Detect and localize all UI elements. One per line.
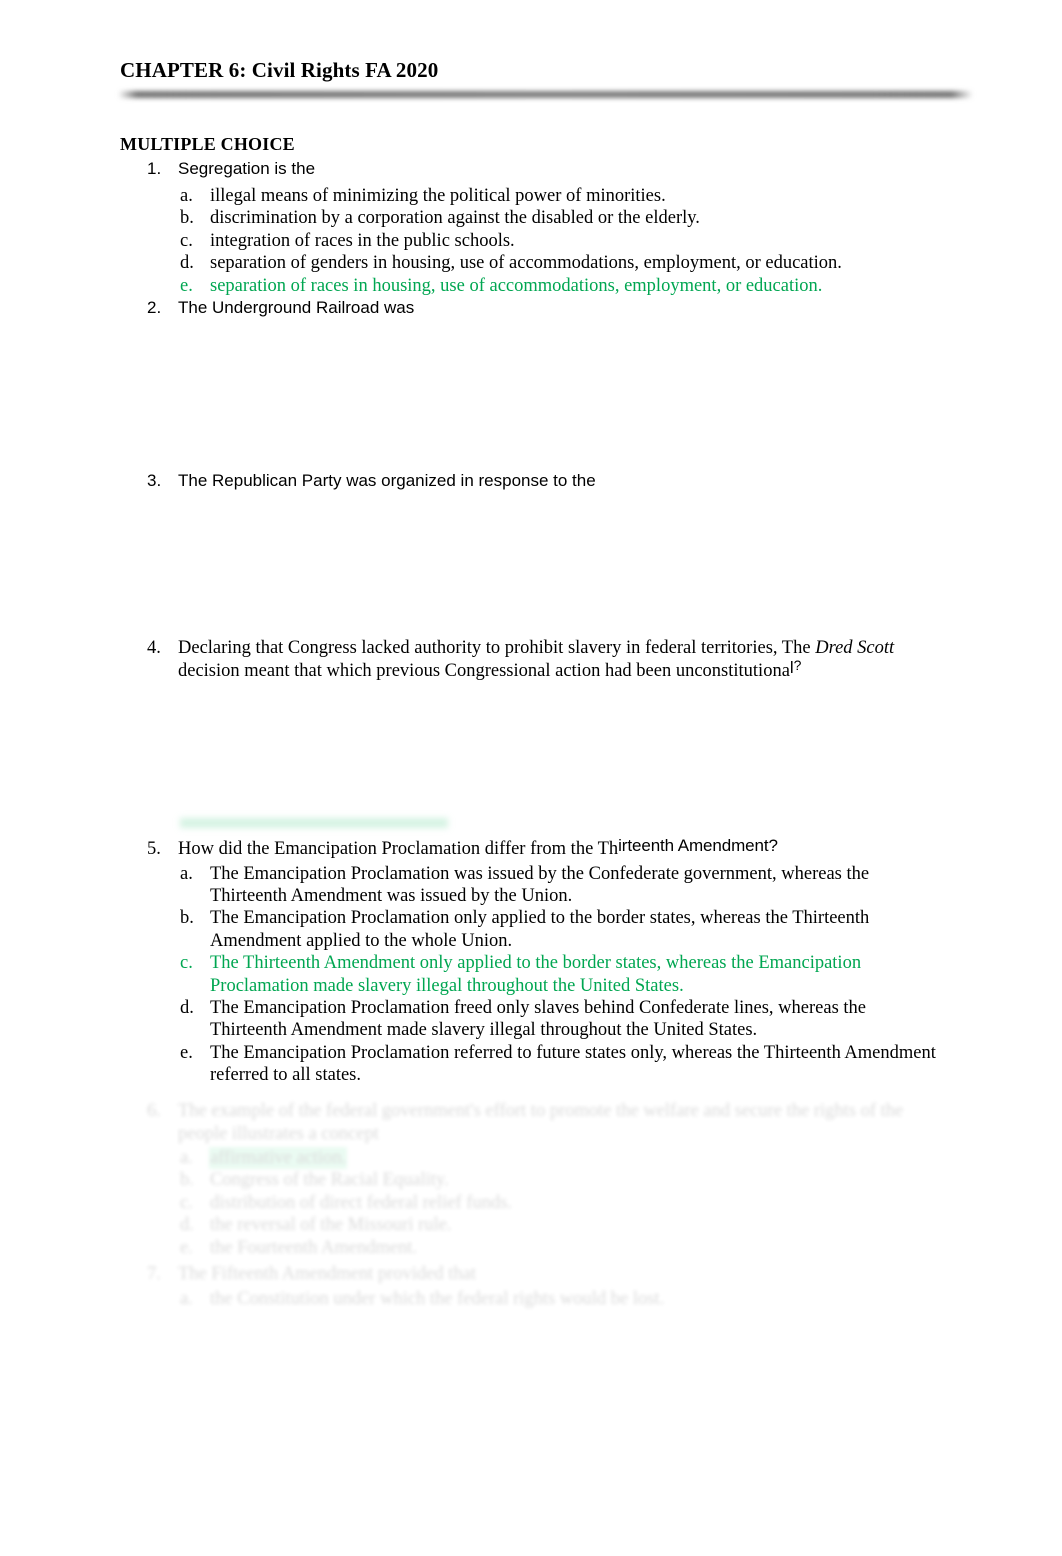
question-4: 4. Declaring that Congress lacked authori… [0,637,1062,822]
question-1: 1. Segregation is the a. illegal means o… [0,158,1062,297]
question-4-stem-part4: ? [793,656,802,673]
option-1d-text: separation of genders in housing, use of… [210,253,842,274]
question-6-options: a. affirmative action. b. Congress of th… [0,1147,1062,1259]
question-4-stem-part1: Declaring that Congress lacked authority… [178,638,816,658]
question-2-stem-text: The Underground Railroad was [178,298,415,317]
option-7a-text: the Constitution under which the federal… [210,1288,665,1309]
option-6c-letter: c. [180,1192,193,1213]
option-1b-text: discrimination by a corporation against … [210,208,700,229]
option-5c[interactable]: c. The Thirteenth Amendment only applied… [0,952,1062,997]
option-5d[interactable]: d. The Emancipation Proclamation freed o… [0,997,1062,1042]
option-5c-letter: c. [180,953,193,974]
option-7a[interactable]: a. the Constitution under which the fede… [0,1288,1062,1310]
option-6b[interactable]: b. Congress of the Racial Equality. [0,1169,1062,1191]
question-2-options-blank [0,319,1062,469]
option-6a-text: affirmative action. [210,1148,347,1168]
option-6e-text: the Fourteenth Amendment. [210,1237,418,1258]
option-7a-letter: a. [180,1288,193,1309]
faded-questions-region: 6. The example of the federal government… [0,1100,1062,1350]
option-1a-text: illegal means of minimizing the politica… [210,186,666,206]
option-1e-letter: e. [180,275,193,296]
question-5-stem-part1: How did the Emancipation Proclamation di… [178,839,619,859]
question-6-stem: 6. The example of the federal government… [0,1100,1062,1145]
option-1e-text: separation of races in housing, use of a… [210,275,823,296]
question-7-number: 7. [147,1264,161,1285]
option-1b-letter: b. [180,208,194,229]
option-6e-letter: e. [180,1237,193,1258]
page-title: CHAPTER 6: Civil Rights FA 2020 [120,58,439,82]
question-4-case-name: Dred Scott [815,638,895,658]
option-5b-letter: b. [180,908,194,929]
option-1a-letter: a. [180,186,193,206]
option-5c-text: The Thirteenth Amendment only applied to… [210,953,862,996]
header-divider-bar [118,91,973,98]
question-1-stem: 1. Segregation is the [0,158,1062,180]
question-4-stem: 4. Declaring that Congress lacked authori… [0,637,1062,682]
option-5b[interactable]: b. The Emancipation Proclamation only ap… [0,907,1062,952]
option-5e-text: The Emancipation Proclamation referred t… [210,1042,936,1086]
question-3-stem-text: The Republican Party was organized in re… [178,471,596,490]
question-4-options-blank [0,682,1062,822]
question-4-stem-part2: decision meant that which previous Congr… [178,660,790,681]
question-1-stem-text: Segregation is the [178,159,316,178]
question-5-stem: 5. How did the Emancipation Proclamation … [0,836,1062,861]
option-5a-text: The Emancipation Proclamation was issued… [210,863,870,906]
option-6e[interactable]: e. the Fourteenth Amendment. [0,1237,1062,1259]
option-1d[interactable]: d. separation of genders in housing, use… [0,252,1062,274]
question-7-stem: 7. The Fifteenth Amendment provided that [0,1263,1062,1286]
question-3-stem: 3. The Republican Party was organized in… [0,470,1062,492]
option-1c-text: integration of races in the public schoo… [210,230,515,251]
option-5a-letter: a. [180,863,193,884]
header-divider [118,88,973,100]
option-6d-letter: d. [180,1215,194,1236]
option-5e[interactable]: e. The Emancipation Proclamation referre… [0,1042,1062,1087]
option-6c[interactable]: c. distribution of direct federal relief… [0,1192,1062,1214]
question-5: 5. How did the Emancipation Proclamation … [0,836,1062,1087]
option-1b[interactable]: b. discrimination by a corporation again… [0,207,1062,229]
question-7-options: a. the Constitution under which the fede… [0,1288,1062,1310]
section-heading: MULTIPLE CHOICE [120,134,295,154]
option-1a[interactable]: a. illegal means of minimizing the polit… [0,185,1062,207]
question-6: 6. The example of the federal government… [0,1100,1062,1259]
question-5-options: a. The Emancipation Proclamation was iss… [0,863,1062,1087]
question-3-number: 3. [147,471,162,490]
option-1c[interactable]: c. integration of races in the public sc… [0,230,1062,252]
option-1c-letter: c. [180,230,193,251]
question-6-stem-text: The example of the federal government's … [178,1101,904,1144]
option-6d[interactable]: d. the reversal of the Missouri rule. [0,1214,1062,1236]
question-5-stem-part2: irteenth Amendment? [618,836,778,855]
question-1-options: a. illegal means of minimizing the polit… [0,185,1062,297]
option-1e[interactable]: e. separation of races in housing, use o… [0,275,1062,297]
option-5e-letter: e. [180,1042,193,1063]
question-6-number: 6. [147,1101,161,1121]
option-6a[interactable]: a. affirmative action. [0,1147,1062,1169]
option-5d-text: The Emancipation Proclamation freed only… [210,997,867,1041]
option-6c-text: distribution of direct federal relief fu… [210,1192,513,1213]
option-5d-letter: d. [180,997,194,1018]
question-1-number: 1. [147,159,162,178]
question-2-number: 2. [147,298,162,317]
question-2: 2. The Underground Railroad was [0,297,1062,469]
question-4-number: 4. [147,638,161,658]
option-6d-text: the reversal of the Missouri rule. [210,1215,452,1236]
question-2-stem: 2. The Underground Railroad was [0,297,1062,319]
question-7: 7. The Fifteenth Amendment provided that… [0,1263,1062,1310]
question-3-options-blank [0,492,1062,642]
option-6a-letter: a. [180,1148,193,1168]
question-3: 3. The Republican Party was organized in… [0,470,1062,642]
option-6b-letter: b. [180,1170,194,1191]
question-7-stem-text: The Fifteenth Amendment provided that [178,1264,476,1285]
option-6b-text: Congress of the Racial Equality. [210,1170,449,1191]
option-5b-text: The Emancipation Proclamation only appli… [210,908,870,951]
option-5a[interactable]: a. The Emancipation Proclamation was iss… [0,863,1062,908]
document-page: CHAPTER 6: Civil Rights FA 2020 MULTIPLE… [0,0,1062,1556]
option-1d-letter: d. [180,253,194,274]
question-5-number: 5. [147,839,161,859]
